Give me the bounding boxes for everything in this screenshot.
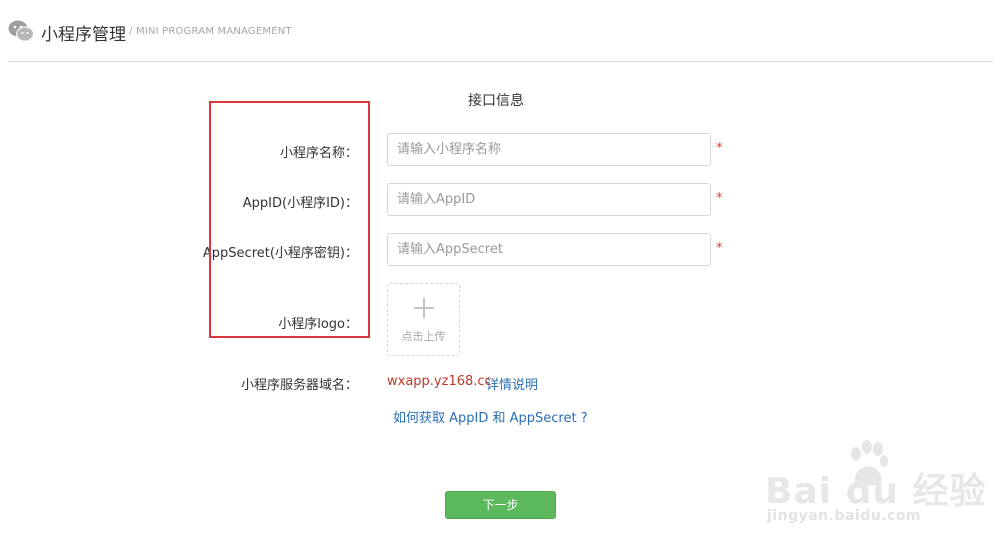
section-title: 接口信息 [468,93,524,109]
page-subtitle: / MINI PROGRAM MANAGEMENT [129,26,292,37]
watermark-brand: Bai du 经验 [765,471,987,512]
next-step-button[interactable]: 下一步 [445,491,556,519]
appsecret-input[interactable] [387,233,711,266]
domain-value: wxapp.yz168.cc [387,374,492,389]
appid-input[interactable] [387,183,711,216]
header-divider [8,61,993,62]
appsecret-required-mark: * [716,241,723,256]
plus-icon [414,298,434,318]
logo-upload-button[interactable]: 点击上传 [387,283,460,356]
page-header: 小程序管理 / MINI PROGRAM MANAGEMENT [8,12,993,52]
name-required-mark: * [716,141,723,156]
highlight-annotation-box [209,101,370,338]
name-input[interactable] [387,133,711,166]
domain-label: 小程序服务器域名： [240,378,358,393]
upload-label: 点击上传 [401,330,446,343]
domain-detail-link[interactable]: 详情说明 [486,374,538,393]
baidu-watermark: Bai du 经验 jingyan.baidu.com [765,440,995,540]
watermark-url: jingyan.baidu.com [767,508,922,524]
appid-help-link[interactable]: 如何获取 AppID 和 AppSecret ? [393,407,588,426]
page-title: 小程序管理 [41,25,126,45]
appid-required-mark: * [716,191,723,206]
wechat-icon [8,20,34,42]
